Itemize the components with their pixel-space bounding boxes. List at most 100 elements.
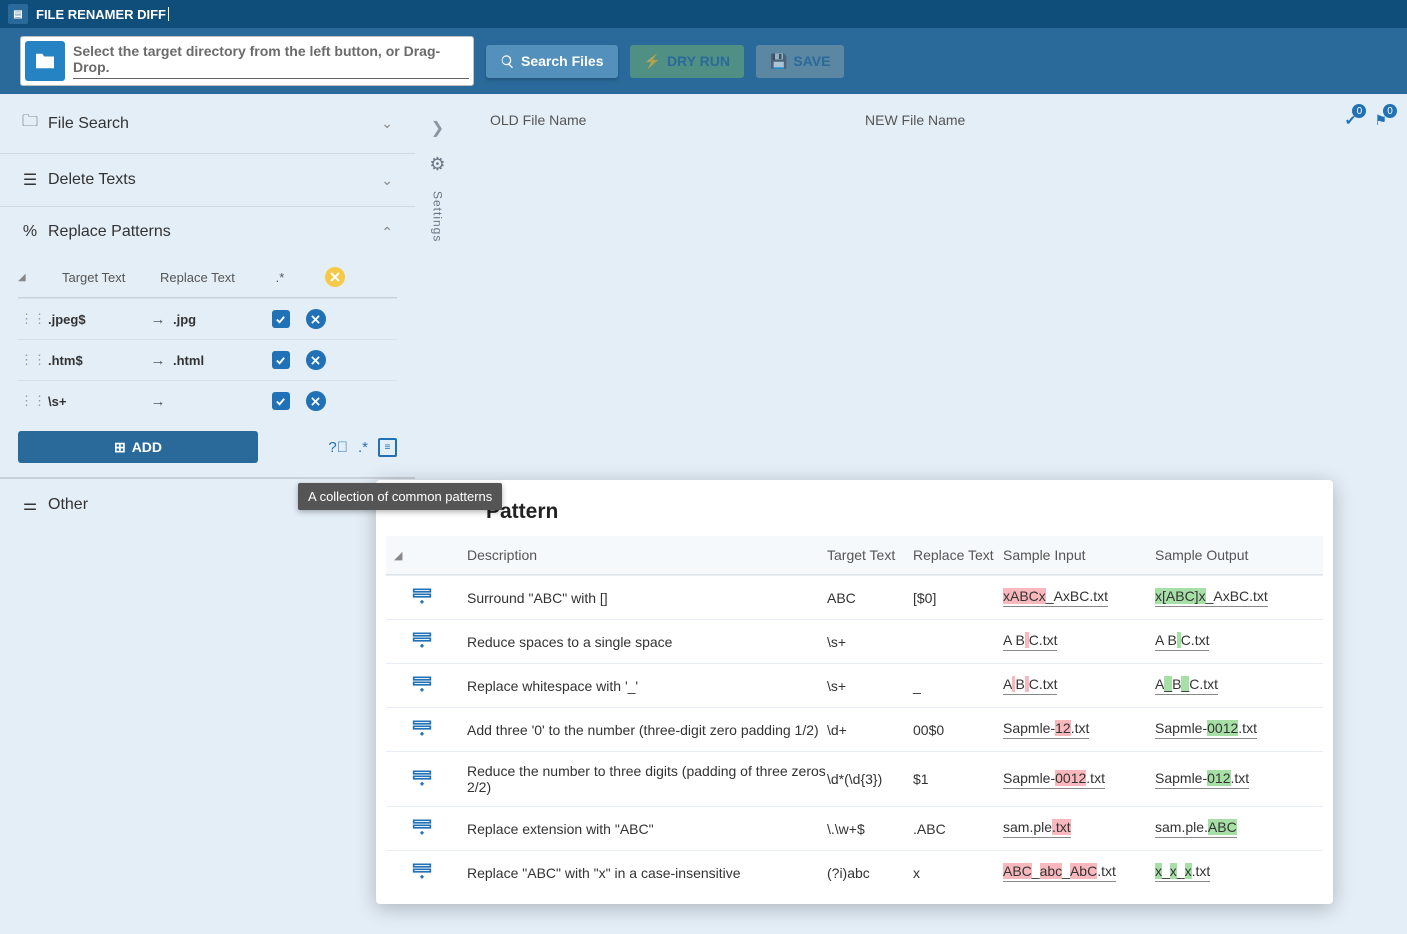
pattern-row: ⋮⋮\s+→ [18, 380, 397, 421]
regex-help-icon[interactable]: .* [358, 439, 368, 456]
other-label: Other [48, 496, 88, 514]
popup-replace: .ABC [913, 821, 1003, 837]
arrow-icon: → [143, 311, 173, 328]
add-this-pattern-button[interactable] [412, 587, 467, 608]
titlebar: ▤ FILE RENAMER DIFF [0, 0, 1407, 28]
add-pattern-button[interactable]: ⊞ ADD [18, 431, 258, 463]
dry-run-label: DRY RUN [667, 53, 730, 69]
pattern-target[interactable]: .jpeg$ [48, 312, 143, 327]
file-search-panel[interactable]: 🗀 File Search ⌄ [0, 94, 415, 153]
popup-target: \.\w+$ [827, 821, 913, 837]
delete-texts-panel[interactable]: ☰ Delete Texts ⌄ [0, 153, 415, 206]
arrow-icon: → [143, 393, 173, 410]
pattern-delete-button[interactable] [298, 309, 333, 329]
header-replace-text: Replace Text [160, 270, 250, 285]
pattern-delete-button[interactable] [298, 350, 333, 370]
popup-sample-input: Sapmle-0012.txt [1003, 770, 1155, 789]
patterns-header-row: ◢ Target Text Replace Text .* [18, 257, 397, 298]
pattern-enabled-checkbox[interactable] [263, 310, 298, 328]
popup-target: \d+ [827, 722, 913, 738]
popup-sample-output: A_B_C.txt [1155, 676, 1305, 695]
collapse-triangle-icon[interactable]: ◢ [18, 272, 30, 283]
sliders-icon: ⚌ [22, 495, 38, 515]
popup-sample-output: A B C.txt [1155, 632, 1305, 651]
pattern-target[interactable]: .htm$ [48, 353, 143, 368]
help-icon[interactable]: ?⃝ [328, 439, 348, 456]
popup-table: ◢ Description Target Text Replace Text S… [386, 536, 1323, 894]
toolbar: Select the target directory from the lef… [0, 28, 1407, 94]
new-filename-header: NEW File Name [865, 112, 1345, 129]
gear-icon[interactable]: ⚙ [429, 154, 445, 175]
add-this-pattern-button[interactable] [412, 862, 467, 883]
pattern-row: ⋮⋮.htm$→.html [18, 339, 397, 380]
common-patterns-button[interactable]: ≡ [378, 438, 397, 457]
popup-target: \d*(\d{3}) [827, 771, 913, 787]
add-this-pattern-button[interactable] [412, 675, 467, 696]
search-files-label: Search Files [521, 53, 604, 69]
pattern-delete-button[interactable] [298, 391, 333, 411]
popup-sample-output: Sapmle-0012.txt [1155, 720, 1305, 739]
popup-replace: x [913, 865, 1003, 881]
popup-desc: Replace whitespace with '_' [467, 678, 827, 694]
drag-handle-icon[interactable]: ⋮⋮ [18, 393, 48, 409]
conflict-badge[interactable]: ⚑0 [1374, 112, 1387, 129]
popup-desc: Reduce the number to three digits (paddi… [467, 763, 827, 795]
header-clear-all[interactable] [310, 267, 360, 287]
pattern-target[interactable]: \s+ [48, 394, 143, 409]
drag-handle-icon[interactable]: ⋮⋮ [18, 352, 48, 368]
chevron-up-icon: ⌃ [381, 224, 393, 241]
popup-header-row: ◢ Description Target Text Replace Text S… [386, 536, 1323, 575]
add-this-pattern-button[interactable] [412, 719, 467, 740]
popup-header-input: Sample Input [1003, 547, 1155, 563]
search-files-button[interactable]: Search Files [486, 45, 618, 78]
drag-handle-icon[interactable]: ⋮⋮ [18, 311, 48, 327]
sidebar: 🗀 File Search ⌄ ☰ Delete Texts ⌄ % Repla… [0, 94, 415, 934]
percent-icon: % [22, 223, 38, 241]
replace-patterns-panel[interactable]: % Replace Patterns ⌃ [0, 206, 415, 257]
folder-icon [34, 52, 56, 70]
file-list-headers: OLD File Name NEW File Name ✔0 ⚑0 [490, 112, 1407, 129]
add-this-pattern-button[interactable] [412, 769, 467, 790]
popup-sample-input: A B C.txt [1003, 676, 1155, 695]
pattern-enabled-checkbox[interactable] [263, 392, 298, 410]
expand-arrow-icon[interactable]: ❯ [431, 118, 444, 138]
pattern-replace[interactable]: .html [173, 353, 263, 368]
check-badge[interactable]: ✔0 [1345, 112, 1357, 129]
popup-desc: Reduce spaces to a single space [467, 634, 827, 650]
popup-desc: Surround "ABC" with [] [467, 590, 827, 606]
popup-target: \s+ [827, 678, 913, 694]
save-label: SAVE [793, 53, 830, 69]
add-this-pattern-button[interactable] [412, 631, 467, 652]
pattern-row: ⋮⋮.jpeg$→.jpg [18, 298, 397, 339]
add-label: ADD [132, 439, 162, 455]
dry-run-button[interactable]: ⚡ DRY RUN [630, 45, 744, 78]
popup-replace: [$0] [913, 590, 1003, 606]
file-header-actions: ✔0 ⚑0 [1345, 112, 1407, 129]
popup-sample-output: Sapmle-012.txt [1155, 770, 1305, 789]
popup-collapse-icon[interactable]: ◢ [394, 549, 412, 562]
save-button[interactable]: 💾 SAVE [756, 45, 845, 78]
popup-header-replace: Replace Text [913, 547, 1003, 563]
pattern-tool-icons: ?⃝ .* ≡ [328, 438, 397, 457]
popup-pattern-row: Surround "ABC" with []ABC[$0]xABCx_AxBC.… [386, 575, 1323, 619]
arrow-icon: → [143, 352, 173, 369]
search-icon [500, 54, 515, 69]
app-logo-icon: ▤ [8, 4, 28, 24]
popup-sample-input: sam.ple.txt [1003, 819, 1155, 838]
popup-pattern-row: Add three '0' to the number (three-digit… [386, 707, 1323, 751]
pattern-enabled-checkbox[interactable] [263, 351, 298, 369]
add-this-pattern-button[interactable] [412, 818, 467, 839]
choose-folder-button[interactable] [25, 41, 65, 81]
pattern-replace[interactable]: .jpg [173, 312, 263, 327]
old-filename-header: OLD File Name [490, 112, 865, 129]
bolt-icon: ⚡ [644, 53, 661, 70]
title-cursor [168, 7, 169, 21]
replace-patterns-label: Replace Patterns [48, 223, 171, 241]
popup-replace: 00$0 [913, 722, 1003, 738]
popup-replace: $1 [913, 771, 1003, 787]
popup-replace: _ [913, 678, 1003, 694]
directory-placeholder[interactable]: Select the target directory from the lef… [73, 43, 469, 79]
filter-icon: ☰ [22, 170, 38, 190]
popup-title: Pattern [486, 500, 1323, 524]
delete-texts-label: Delete Texts [48, 171, 136, 189]
